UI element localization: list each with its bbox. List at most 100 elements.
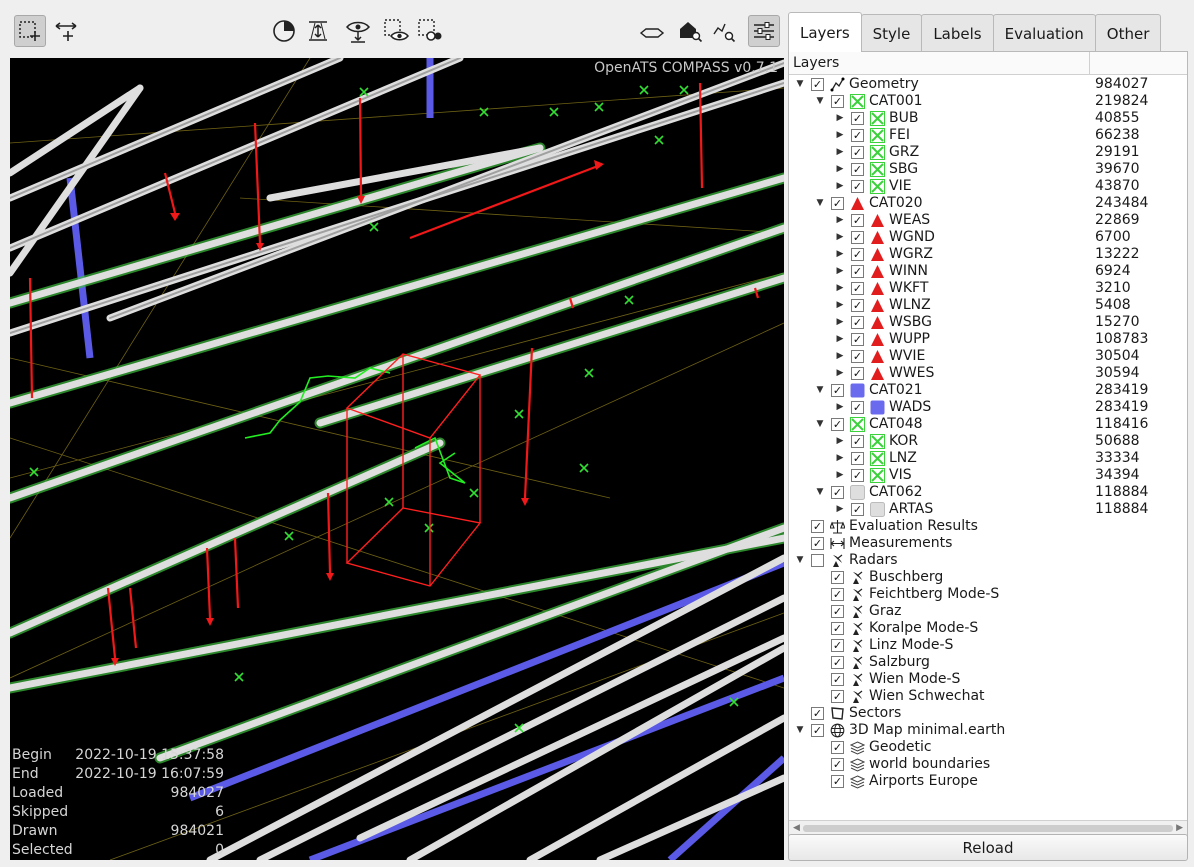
move-tool[interactable]	[50, 15, 82, 47]
expand-arrow-icon[interactable]: ▶	[835, 467, 845, 484]
collapse-arrow-icon[interactable]: ▼	[815, 382, 825, 399]
tab-other[interactable]: Other	[1094, 14, 1162, 52]
collapse-arrow-icon[interactable]: ▼	[815, 195, 825, 212]
tree-item[interactable]: ✓ Linz Mode-S	[789, 637, 1187, 654]
expand-arrow-icon[interactable]: ▶	[835, 433, 845, 450]
tree-item-checkbox[interactable]: ✓	[831, 775, 844, 788]
tree-item[interactable]: ▶ ✓ GRZ 29191	[789, 144, 1187, 161]
expand-arrow-icon[interactable]: ▶	[835, 229, 845, 246]
tree-item[interactable]: ▶ ✓ VIE 43870	[789, 178, 1187, 195]
tree-item-checkbox[interactable]: ✓	[811, 724, 824, 737]
tree-item-checkbox[interactable]: ✓	[811, 78, 824, 91]
expand-arrow-icon[interactable]: ▶	[835, 314, 845, 331]
tree-header-label[interactable]: Layers	[789, 52, 1090, 74]
tree-item[interactable]: ▼ ✓ CAT020 243484	[789, 195, 1187, 212]
tree-item[interactable]: ▶ ✓ LNZ 33334	[789, 450, 1187, 467]
tree-item-checkbox[interactable]: ✓	[811, 520, 824, 533]
tree-item-checkbox[interactable]: ✓	[831, 690, 844, 703]
reload-button[interactable]: Reload	[788, 834, 1188, 861]
collapse-arrow-icon[interactable]: ▼	[815, 93, 825, 110]
expand-arrow-icon[interactable]: ▶	[835, 450, 845, 467]
tree-item-checkbox[interactable]	[811, 554, 824, 567]
zoom-data-tool[interactable]	[708, 15, 740, 47]
tree-item-checkbox[interactable]: ✓	[851, 401, 864, 414]
tree-item[interactable]: ▶ ✓ WVIE 30504	[789, 348, 1187, 365]
tree-item-checkbox[interactable]: ✓	[831, 758, 844, 771]
expand-arrow-icon[interactable]: ▶	[835, 212, 845, 229]
tree-item-checkbox[interactable]: ✓	[851, 282, 864, 295]
tree-item[interactable]: ✓ Geodetic	[789, 739, 1187, 756]
tree-item[interactable]: ▼ ✓ CAT001 219824	[789, 93, 1187, 110]
tree-item[interactable]: ▶ ✓ WADS 283419	[789, 399, 1187, 416]
tree-item-checkbox[interactable]: ✓	[831, 571, 844, 584]
settings-tool[interactable]	[748, 15, 780, 47]
collapse-arrow-icon[interactable]: ▼	[795, 722, 805, 739]
tree-item-checkbox[interactable]: ✓	[851, 367, 864, 380]
tree-item[interactable]: ✓ Airports Europe	[789, 773, 1187, 790]
tree-item-checkbox[interactable]: ✓	[851, 452, 864, 465]
tree-item[interactable]: ▶ ✓ WINN 6924	[789, 263, 1187, 280]
tree-item-checkbox[interactable]: ✓	[831, 588, 844, 601]
select-data-tool[interactable]	[380, 15, 412, 47]
expand-arrow-icon[interactable]: ▶	[835, 297, 845, 314]
tree-item[interactable]: ▼ ✓ 3D Map minimal.earth	[789, 722, 1187, 739]
tree-item-checkbox[interactable]: ✓	[831, 95, 844, 108]
tree-item-checkbox[interactable]: ✓	[851, 503, 864, 516]
tree-item-checkbox[interactable]: ✓	[831, 673, 844, 686]
home-zoom-tool[interactable]	[674, 15, 706, 47]
collapse-arrow-icon[interactable]: ▼	[795, 76, 805, 93]
expand-arrow-icon[interactable]: ▶	[835, 263, 845, 280]
tree-item[interactable]: ✓ Feichtberg Mode-S	[789, 586, 1187, 603]
tree-item-checkbox[interactable]: ✓	[851, 469, 864, 482]
layers-tree-view[interactable]: Layers ▼ ✓ Geometry 984027 ▼ ✓ CAT001 219824 ▶ ✓ B…	[788, 51, 1188, 837]
tree-item[interactable]: ▶ ✓ SBG 39670	[789, 161, 1187, 178]
tree-item-checkbox[interactable]: ✓	[851, 180, 864, 193]
tree-item[interactable]: ▶ ✓ BUB 40855	[789, 110, 1187, 127]
tree-item-checkbox[interactable]: ✓	[831, 418, 844, 431]
tree-item-checkbox[interactable]: ✓	[831, 605, 844, 618]
track-scene[interactable]	[10, 58, 784, 860]
expand-arrow-icon[interactable]: ▶	[835, 399, 845, 416]
expand-arrow-icon[interactable]: ▶	[835, 365, 845, 382]
tree-item-checkbox[interactable]: ✓	[831, 384, 844, 397]
collapse-arrow-icon[interactable]: ▼	[795, 552, 805, 569]
tree-item[interactable]: ▶ ✓ WSBG 15270	[789, 314, 1187, 331]
tree-item-checkbox[interactable]: ✓	[851, 299, 864, 312]
expand-arrow-icon[interactable]: ▶	[835, 501, 845, 518]
tree-item[interactable]: ✓ Evaluation Results	[789, 518, 1187, 535]
tree-item-checkbox[interactable]: ✓	[831, 622, 844, 635]
tree-item[interactable]: ▶ ✓ ARTAS 118884	[789, 501, 1187, 518]
tree-item-checkbox[interactable]: ✓	[831, 656, 844, 669]
tree-item[interactable]: ✓ Measurements	[789, 535, 1187, 552]
tab-layers[interactable]: Layers	[788, 12, 862, 52]
scroll-left-icon[interactable]: ◀	[793, 823, 800, 833]
tree-item-checkbox[interactable]: ✓	[851, 231, 864, 244]
tree-item[interactable]: ▶ ✓ WWES 30594	[789, 365, 1187, 382]
tree-item-checkbox[interactable]: ✓	[851, 435, 864, 448]
tree-item[interactable]: ▼ ✓ CAT021 283419	[789, 382, 1187, 399]
tree-item[interactable]: ✓ Wien Mode-S	[789, 671, 1187, 688]
tree-item-checkbox[interactable]: ✓	[851, 214, 864, 227]
select-points-tool[interactable]	[414, 15, 446, 47]
horizon-tool[interactable]	[636, 15, 668, 47]
tree-item-checkbox[interactable]: ✓	[811, 537, 824, 550]
tree-item-checkbox[interactable]: ✓	[831, 486, 844, 499]
collapse-arrow-icon[interactable]: ▼	[815, 484, 825, 501]
expand-arrow-icon[interactable]: ▶	[835, 178, 845, 195]
expand-arrow-icon[interactable]: ▶	[835, 161, 845, 178]
tree-item[interactable]: ✓ Graz	[789, 603, 1187, 620]
expand-arrow-icon[interactable]: ▶	[835, 280, 845, 297]
tab-style[interactable]: Style	[860, 14, 923, 52]
tree-item-checkbox[interactable]: ✓	[851, 333, 864, 346]
tree-item[interactable]: ▶ ✓ WGRZ 13222	[789, 246, 1187, 263]
tree-header-count[interactable]	[1090, 52, 1187, 74]
tree-item[interactable]: ▶ ✓ WUPP 108783	[789, 331, 1187, 348]
select-rect-tool[interactable]	[14, 15, 46, 47]
tree-item-checkbox[interactable]: ✓	[851, 129, 864, 142]
expand-arrow-icon[interactable]: ▶	[835, 348, 845, 365]
tree-item[interactable]: ▶ ✓ WKFT 3210	[789, 280, 1187, 297]
tree-item[interactable]: ▶ ✓ KOR 50688	[789, 433, 1187, 450]
tab-evaluation[interactable]: Evaluation	[992, 14, 1096, 52]
tree-item[interactable]: ✓ Buschberg	[789, 569, 1187, 586]
expand-arrow-icon[interactable]: ▶	[835, 144, 845, 161]
